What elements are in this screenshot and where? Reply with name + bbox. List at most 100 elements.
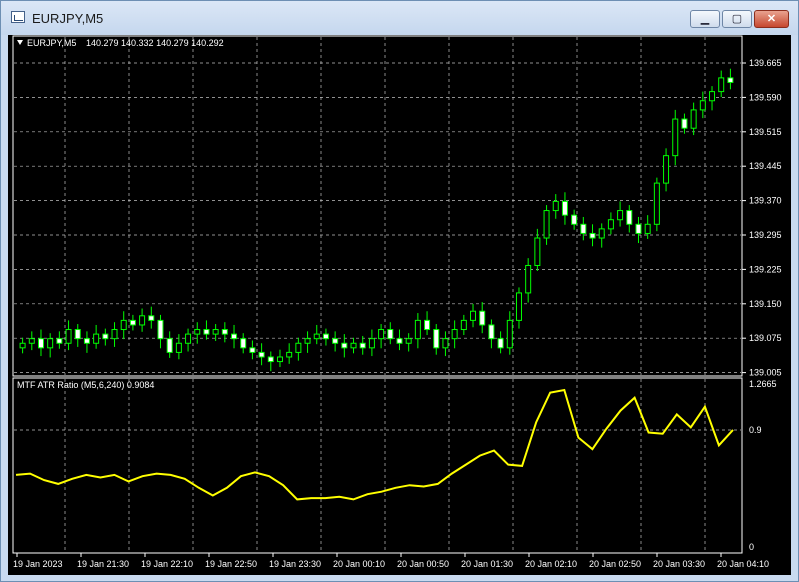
price-tick-label: 139.225 xyxy=(749,264,782,274)
candle-body xyxy=(332,338,339,344)
candle-body xyxy=(387,329,394,340)
candle-body xyxy=(635,223,642,234)
candle-body xyxy=(148,315,155,321)
candle-body xyxy=(276,356,283,363)
candle-body xyxy=(47,338,54,349)
candle-body xyxy=(28,338,35,344)
candle-body xyxy=(19,342,26,349)
candle-body xyxy=(626,210,633,225)
candle-body xyxy=(727,77,734,83)
time-tick-label: 20 Jan 02:10 xyxy=(525,559,577,569)
candle-body xyxy=(699,100,706,111)
candle-body xyxy=(414,319,421,340)
indicator-tick-label: 0 xyxy=(749,542,754,552)
time-tick-label: 20 Jan 04:10 xyxy=(717,559,769,569)
indicator-tick-label: 1.2665 xyxy=(749,379,777,389)
chart-window: EURJPY,M5 ▁ ▢ ✕ EURJPY,M5 140.279 140.33… xyxy=(0,0,799,582)
chart-canvas[interactable]: EURJPY,M5 140.279 140.332 140.279 140.29… xyxy=(8,35,791,575)
candle-body xyxy=(111,329,118,340)
chart-area[interactable]: EURJPY,M5 140.279 140.332 140.279 140.29… xyxy=(8,35,791,575)
window-title: EURJPY,M5 xyxy=(32,11,104,26)
minimize-button[interactable]: ▁ xyxy=(690,10,720,28)
candle-body xyxy=(405,338,412,344)
candle-body xyxy=(433,329,440,349)
candle-body xyxy=(304,338,311,344)
candle-body xyxy=(552,200,559,212)
time-tick-label: 20 Jan 02:50 xyxy=(589,559,641,569)
candle-body xyxy=(93,333,100,344)
time-tick-label: 19 Jan 22:10 xyxy=(141,559,193,569)
time-tick-label: 19 Jan 2023 xyxy=(13,559,63,569)
price-tick-label: 139.150 xyxy=(749,299,782,309)
candle-body xyxy=(286,351,293,358)
candle-body xyxy=(681,118,688,129)
candle-body xyxy=(313,333,320,340)
close-button[interactable]: ✕ xyxy=(754,10,789,28)
price-axis: 139.665 139.590 139.515 139.445 139.370 139.2… xyxy=(742,58,782,378)
candle-body xyxy=(212,329,219,335)
candle-body xyxy=(267,356,274,363)
indicator-tick-label: 0.9 xyxy=(749,425,762,435)
price-tick-label: 139.445 xyxy=(749,161,782,171)
time-axis: 19 Jan 2023 19 Jan 21:30 19 Jan 22:10 19 Ja… xyxy=(13,553,769,569)
indicator-label: MTF ATR Ratio (M5,6,240) 0.9084 xyxy=(17,380,154,390)
candle-body xyxy=(561,200,568,216)
candle-body xyxy=(571,214,578,225)
candle-body xyxy=(497,338,504,349)
candle-body xyxy=(451,329,458,340)
time-tick-label: 19 Jan 21:30 xyxy=(77,559,129,569)
candle-body xyxy=(249,347,256,353)
candle-body xyxy=(139,315,146,326)
candle-body xyxy=(690,109,697,129)
candle-body xyxy=(644,223,651,234)
price-tick-label: 139.370 xyxy=(749,196,782,206)
candle-body xyxy=(718,77,725,93)
price-tick-label: 139.515 xyxy=(749,127,782,137)
time-tick-label: 19 Jan 22:50 xyxy=(205,559,257,569)
candle-body xyxy=(74,329,81,340)
chart-window-icon xyxy=(11,11,25,23)
time-tick-label: 20 Jan 00:10 xyxy=(333,559,385,569)
candle-body xyxy=(479,310,486,326)
candle-body xyxy=(580,223,587,234)
candle-body xyxy=(203,329,210,335)
candle-body xyxy=(65,329,72,344)
price-tick-label: 139.590 xyxy=(749,92,782,102)
candle-body xyxy=(185,333,192,344)
candle-body xyxy=(350,342,357,349)
time-tick-label: 19 Jan 23:30 xyxy=(269,559,321,569)
candle-body xyxy=(258,351,265,358)
candle-body xyxy=(194,329,201,335)
candle-body xyxy=(83,338,90,344)
atr-series-line xyxy=(15,388,734,501)
candle-body xyxy=(295,342,302,353)
candle-body xyxy=(525,264,532,294)
candle-body xyxy=(166,338,173,353)
candle-body xyxy=(663,155,670,184)
header-symbol: EURJPY,M5 xyxy=(27,38,76,48)
candle-body xyxy=(488,324,495,340)
candle-body xyxy=(534,237,541,266)
candle-body xyxy=(607,219,614,230)
time-tick-label: 20 Jan 01:30 xyxy=(461,559,513,569)
candle-body xyxy=(56,338,63,344)
candle-body xyxy=(341,342,348,349)
candle-body xyxy=(470,310,477,321)
time-tick-label: 20 Jan 03:30 xyxy=(653,559,705,569)
time-tick-label: 20 Jan 00:50 xyxy=(397,559,449,569)
candle-body xyxy=(424,319,431,331)
candle-body xyxy=(598,228,605,239)
candle-body xyxy=(359,342,366,349)
candle-body xyxy=(543,210,550,239)
price-tick-label: 139.295 xyxy=(749,230,782,240)
candle-body xyxy=(157,319,164,340)
title-bar[interactable]: EURJPY,M5 ▁ ▢ ✕ xyxy=(1,1,798,35)
candle-body xyxy=(221,329,228,335)
candle-body xyxy=(589,232,596,239)
header-dropdown-icon[interactable] xyxy=(17,40,23,45)
candle-body xyxy=(378,329,385,340)
indicator-panel-frame xyxy=(12,377,743,554)
candle-body xyxy=(709,91,716,102)
candle-body xyxy=(442,338,449,349)
maximize-button[interactable]: ▢ xyxy=(722,10,752,28)
